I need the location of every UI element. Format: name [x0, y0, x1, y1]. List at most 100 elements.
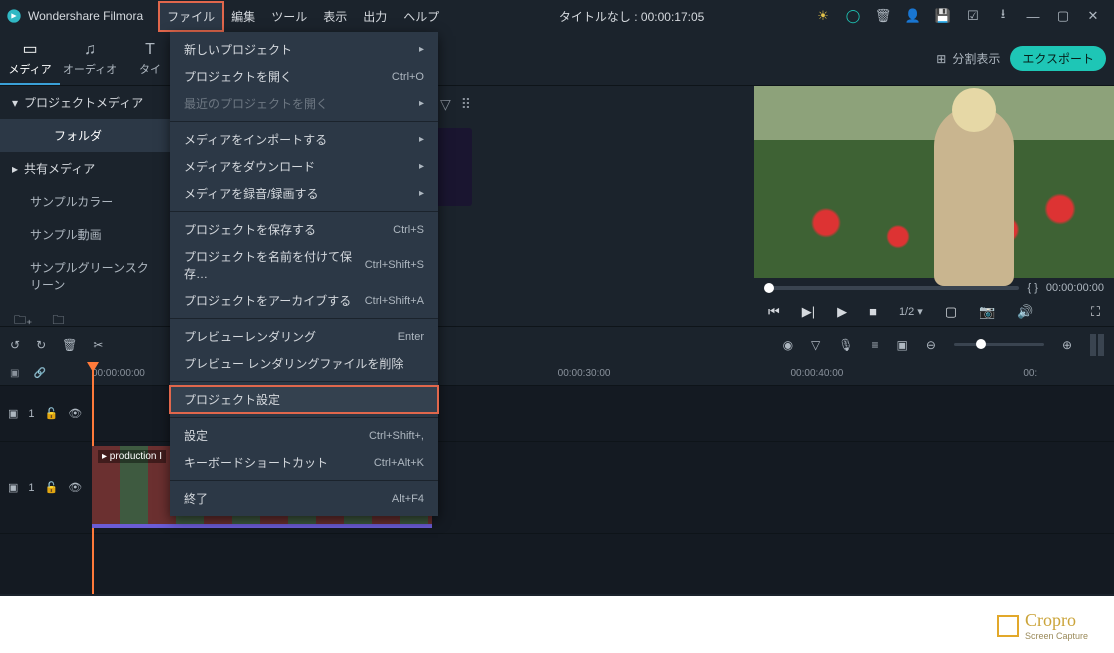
shrink-tracks-icon[interactable]: ▣: [10, 368, 19, 379]
ruler-tick: 00:00:00:00: [92, 368, 145, 379]
folder-open-icon[interactable]: 🗀: [52, 311, 64, 332]
chevron-down-icon: ▾: [12, 96, 18, 110]
snapshot-icon[interactable]: 📷: [979, 304, 995, 320]
stop-icon[interactable]: ■: [869, 304, 877, 319]
cut-icon[interactable]: ✂: [93, 338, 103, 352]
chevron-right-icon: ▸: [12, 162, 18, 176]
link-icon[interactable]: 🔗: [33, 368, 45, 379]
undo-icon[interactable]: ↺: [10, 338, 20, 352]
ruler-tick: 00:: [1023, 368, 1037, 379]
scroll-handle[interactable]: [1090, 334, 1104, 356]
tab-media[interactable]: ▭ メディア: [0, 32, 60, 85]
sidebar-sample-green[interactable]: サンプルグリーンスクリーン: [0, 251, 170, 301]
menu-save-as[interactable]: プロジェクトを名前を付けて保存…Ctrl+Shift+S: [170, 243, 438, 287]
chevron-right-icon: ▸: [419, 188, 424, 199]
menu-open-project[interactable]: プロジェクトを開くCtrl+O: [170, 63, 438, 90]
menu-download-media[interactable]: メディアをダウンロード▸: [170, 153, 438, 180]
preview-display: [754, 86, 1114, 278]
new-folder-icon[interactable]: 🗀₊: [14, 311, 32, 332]
play-icon[interactable]: ▶: [837, 304, 847, 320]
marker-braces[interactable]: { }: [1027, 282, 1037, 294]
fullscreen-icon[interactable]: ⛶: [1091, 304, 1100, 320]
sidebar-shared[interactable]: ▸共有メディア: [0, 152, 170, 185]
menu-help[interactable]: ヘルプ: [395, 2, 447, 31]
sidebar-sample-video[interactable]: サンプル動画: [0, 218, 170, 251]
volume-icon[interactable]: 🔊: [1017, 304, 1033, 320]
music-icon: ♫: [84, 41, 96, 59]
export-button[interactable]: エクスポート: [1010, 46, 1106, 71]
menu-new-project[interactable]: 新しいプロジェクト▸: [170, 36, 438, 63]
lightbulb-icon[interactable]: ☀: [816, 9, 830, 23]
ruler-tick: 00:00:30:00: [558, 368, 611, 379]
sidebar-project-media[interactable]: ▾プロジェクトメディア: [0, 86, 170, 119]
menu-view[interactable]: 表示: [315, 2, 355, 31]
lock-icon[interactable]: 🔓: [45, 481, 59, 494]
user-icon[interactable]: 👤: [906, 9, 920, 23]
zoom-in-icon[interactable]: ⊕: [1062, 338, 1072, 352]
menu-output[interactable]: 出力: [355, 2, 395, 31]
minimize-icon[interactable]: —: [1026, 9, 1040, 23]
splitview-label[interactable]: 分割表示: [952, 50, 1000, 67]
menu-project-settings[interactable]: プロジェクト設定: [170, 386, 438, 413]
menu-recent: 最近のプロジェクトを開く▸: [170, 90, 438, 117]
prev-frame-icon[interactable]: ⏮: [768, 304, 780, 320]
menu-preview-render[interactable]: プレビューレンダリングEnter: [170, 323, 438, 350]
file-menu-dropdown: 新しいプロジェクト▸ プロジェクトを開くCtrl+O 最近のプロジェクトを開く▸…: [170, 32, 438, 516]
zoom-slider[interactable]: [954, 343, 1044, 346]
menu-settings[interactable]: 設定Ctrl+Shift+,: [170, 422, 438, 449]
eye-icon[interactable]: 👁: [68, 481, 82, 494]
menu-edit[interactable]: 編集: [223, 2, 263, 31]
headphones-icon[interactable]: ◯: [846, 9, 860, 23]
menu-tool[interactable]: ツール: [263, 2, 315, 31]
maximize-icon[interactable]: ▢: [1056, 9, 1070, 23]
menu-shortcuts[interactable]: キーボードショートカットCtrl+Alt+K: [170, 449, 438, 476]
app-logo-icon: [6, 8, 22, 24]
menu-import-media[interactable]: メディアをインポートする▸: [170, 126, 438, 153]
display-mode-icon[interactable]: ▢: [945, 304, 957, 320]
watermark: Cropro Screen Capture: [997, 610, 1088, 641]
filter-icon[interactable]: ▽: [440, 96, 451, 113]
folder-icon: ▭: [22, 39, 37, 59]
menu-archive[interactable]: プロジェクトをアーカイブするCtrl+Shift+A: [170, 287, 438, 314]
chevron-right-icon: ▸: [419, 161, 424, 172]
sidebar-sample-color[interactable]: サンプルカラー: [0, 185, 170, 218]
split-icon[interactable]: ⊞: [936, 52, 946, 66]
preview-seek[interactable]: [764, 286, 1019, 290]
chevron-right-icon: ▸: [419, 134, 424, 145]
trash-icon[interactable]: 🗑: [876, 9, 890, 23]
render-icon[interactable]: ◉: [783, 338, 793, 352]
eye-icon[interactable]: 👁: [68, 407, 82, 420]
zoom-out-icon[interactable]: ⊖: [926, 338, 936, 352]
preview-time: 00:00:00:00: [1046, 282, 1104, 294]
close-icon[interactable]: ✕: [1086, 9, 1100, 23]
sidebar-folder[interactable]: フォルダ: [0, 119, 170, 152]
mixer-icon[interactable]: ≡: [872, 338, 879, 352]
chevron-right-icon: ▸: [419, 98, 424, 109]
marker-icon[interactable]: ▽: [811, 338, 820, 352]
ruler-tick: 00:00:40:00: [790, 368, 843, 379]
download-icon[interactable]: ⭳: [996, 9, 1010, 23]
lock-icon[interactable]: 🔓: [45, 407, 59, 420]
chevron-right-icon: ▸: [419, 44, 424, 55]
tab-audio[interactable]: ♫ オーディオ: [60, 32, 120, 85]
track-label: ▣: [8, 407, 18, 420]
crop-icon[interactable]: ▣: [897, 338, 908, 352]
mic-icon[interactable]: 🎙: [838, 338, 853, 352]
project-title: タイトルなし : 00:00:17:05: [447, 8, 816, 25]
grid-icon[interactable]: ⠿: [461, 96, 471, 113]
check-icon[interactable]: ☑: [966, 9, 980, 23]
redo-icon[interactable]: ↻: [36, 338, 46, 352]
menu-save[interactable]: プロジェクトを保存するCtrl+S: [170, 216, 438, 243]
save-icon[interactable]: 💾: [936, 9, 950, 23]
app-name: Wondershare Filmora: [28, 9, 143, 23]
delete-icon[interactable]: 🗑: [62, 338, 77, 352]
track-label: ▣: [8, 481, 18, 494]
cropro-icon: [997, 615, 1019, 637]
menu-file[interactable]: ファイル: [159, 2, 223, 31]
menu-quit[interactable]: 終了Alt+F4: [170, 485, 438, 512]
menu-record-media[interactable]: メディアを録音/録画する▸: [170, 180, 438, 207]
zoom-ratio[interactable]: 1/2 ▾: [899, 305, 923, 318]
menu-delete-preview[interactable]: プレビュー レンダリングファイルを削除: [170, 350, 438, 377]
step-back-icon[interactable]: ▶|: [802, 304, 815, 320]
title-icon: T: [145, 41, 155, 59]
